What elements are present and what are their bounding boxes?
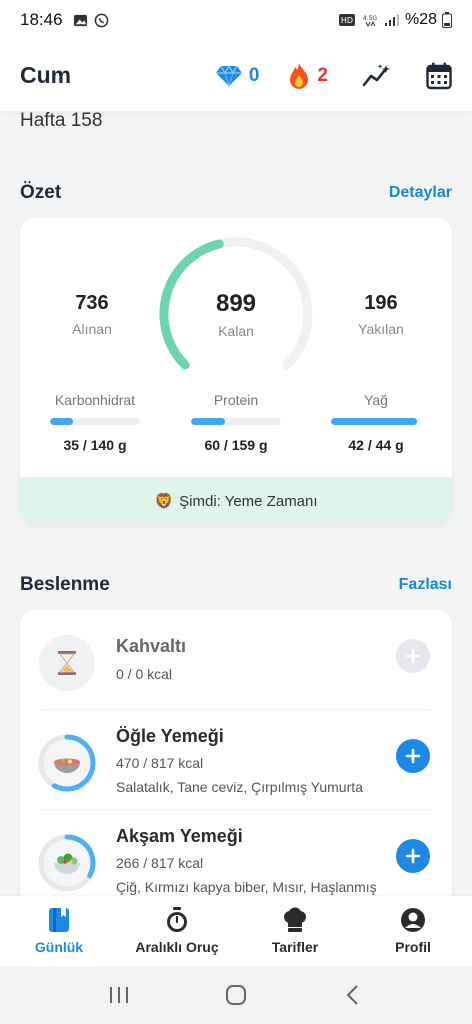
status-bar: 18:46 HD 4.5G %28 bbox=[0, 0, 472, 40]
more-link[interactable]: Fazlası bbox=[399, 576, 452, 594]
meal-breakfast-kcal: 0 / 0 kcal bbox=[116, 666, 173, 682]
gems-counter[interactable]: 0 bbox=[215, 64, 260, 87]
macro-protein-value: 60 / 159 g bbox=[204, 437, 268, 453]
add-lunch-button[interactable] bbox=[396, 739, 430, 773]
lion-icon: 🦁 bbox=[154, 493, 174, 510]
meal-lunch-avatar bbox=[38, 734, 96, 792]
meal-breakfast-name: Kahvaltı bbox=[116, 636, 187, 656]
meal-dinner-avatar bbox=[38, 834, 96, 892]
back-icon[interactable] bbox=[342, 984, 364, 1006]
gallery-notification-icon bbox=[73, 14, 87, 26]
macro-carbs-bar bbox=[50, 418, 140, 425]
meals-card: Kahvaltı 0 / 0 kcal Öğle Yemeği 470 / 81… bbox=[20, 610, 452, 910]
consumed-label: Alınan bbox=[72, 321, 112, 337]
streak-count: 2 bbox=[317, 64, 328, 86]
macro-protein-fill bbox=[191, 418, 226, 425]
meal-dinner-desc: Çiğ, Kırmızı kapya biber, Mısır, Haşlanm… bbox=[116, 879, 377, 895]
day-title: Cum bbox=[20, 62, 72, 88]
week-label: Hafta 158 bbox=[20, 110, 103, 131]
whatsapp-notification-icon bbox=[94, 13, 108, 27]
summary-title: Özet bbox=[20, 182, 62, 203]
fire-icon bbox=[290, 62, 309, 89]
macro-carbs-label: Karbonhidrat bbox=[54, 392, 136, 408]
macro-fat: Yağ 42 / 44 g bbox=[326, 392, 426, 453]
meal-dinner-kcal: 266 / 817 kcal bbox=[116, 855, 204, 871]
nav-diary-label: Günlük bbox=[34, 939, 84, 955]
meal-dinner[interactable]: Akşam Yemeği 266 / 817 kcal Çiğ, Kırmızı… bbox=[20, 810, 452, 910]
status-time: 18:46 bbox=[20, 10, 63, 29]
macro-fat-bar bbox=[331, 418, 421, 425]
burned-value: 196 bbox=[364, 292, 398, 314]
macro-protein: Protein 60 / 159 g bbox=[186, 392, 286, 453]
eating-time-banner[interactable]: 🦁 Şimdi: Yeme Zamanı bbox=[20, 477, 452, 525]
calendar-icon bbox=[426, 62, 452, 89]
burned-stat: 196 Yakılan bbox=[321, 292, 441, 337]
signal-icon bbox=[384, 14, 399, 26]
diamond-icon bbox=[215, 64, 242, 87]
nav-profile[interactable]: Profil bbox=[354, 896, 472, 966]
consumed-stat: 736 Alınan bbox=[32, 292, 152, 337]
home-icon[interactable] bbox=[225, 984, 247, 1006]
remaining-stat: 899 Kalan bbox=[156, 290, 316, 339]
add-dinner-button[interactable] bbox=[396, 839, 430, 873]
nutrition-header: Beslenme Fazlası bbox=[20, 574, 452, 596]
meal-lunch-kcal: 470 / 817 kcal bbox=[116, 755, 204, 771]
nav-recipes[interactable]: Tarifler bbox=[236, 896, 354, 966]
meal-breakfast[interactable]: Kahvaltı 0 / 0 kcal bbox=[20, 610, 452, 710]
network-4g-icon: 4.5G bbox=[363, 15, 378, 27]
details-link[interactable]: Detaylar bbox=[389, 184, 452, 202]
chef-hat-icon bbox=[284, 907, 306, 932]
app-header: Cum 0 2 bbox=[0, 40, 472, 112]
meal-lunch-name: Öğle Yemeği bbox=[116, 726, 224, 746]
battery-percent: %28 bbox=[404, 11, 437, 28]
system-nav-bar bbox=[0, 966, 472, 1024]
nav-recipes-label: Tarifler bbox=[271, 939, 319, 955]
consumed-value: 736 bbox=[75, 292, 109, 314]
macro-fat-fill bbox=[331, 418, 417, 425]
plus-icon bbox=[405, 648, 421, 664]
macro-fat-label: Yağ bbox=[364, 392, 388, 408]
nutrition-title: Beslenme bbox=[20, 574, 110, 595]
svg-text:4.5G: 4.5G bbox=[363, 15, 378, 22]
macro-protein-bar bbox=[191, 418, 281, 425]
calendar-button[interactable] bbox=[426, 62, 452, 90]
nav-profile-label: Profil bbox=[395, 939, 431, 955]
bottom-nav: Günlük Aralıklı Oruç Tarifler Profil bbox=[0, 896, 472, 966]
svg-text:HD: HD bbox=[341, 16, 353, 25]
macro-fat-value: 42 / 44 g bbox=[348, 437, 404, 453]
hd-voice-icon: HD bbox=[338, 14, 355, 26]
header-actions: 0 2 bbox=[187, 62, 452, 90]
diary-icon bbox=[49, 908, 69, 932]
profile-icon bbox=[401, 908, 425, 932]
meal-lunch-desc: Salatalık, Tane ceviz, Çırpılmış Yumurta bbox=[116, 779, 363, 795]
macro-carbs-value: 35 / 140 g bbox=[63, 437, 127, 453]
nav-fasting-label: Aralıklı Oruç bbox=[135, 939, 219, 955]
gems-count: 0 bbox=[248, 64, 260, 86]
nav-fasting[interactable]: Aralıklı Oruç bbox=[118, 896, 236, 966]
battery-icon bbox=[442, 12, 452, 28]
plus-icon bbox=[405, 848, 421, 864]
progress-chart-button[interactable] bbox=[362, 63, 392, 88]
status-right: HD 4.5G %28 bbox=[338, 11, 452, 29]
macro-protein-label: Protein bbox=[213, 392, 259, 408]
add-breakfast-button[interactable] bbox=[396, 639, 430, 673]
burned-label: Yakılan bbox=[358, 321, 404, 337]
meal-dinner-name: Akşam Yemeği bbox=[116, 826, 243, 846]
trend-sparkle-icon bbox=[362, 63, 390, 86]
eating-time-text: Şimdi: Yeme Zamanı bbox=[179, 492, 318, 510]
macro-carbs: Karbonhidrat 35 / 140 g bbox=[45, 392, 145, 453]
stopwatch-icon bbox=[167, 907, 187, 932]
macro-carbs-fill bbox=[50, 418, 73, 425]
remaining-value: 899 bbox=[215, 290, 257, 317]
meal-lunch[interactable]: Öğle Yemeği 470 / 817 kcal Salatalık, Ta… bbox=[20, 710, 452, 810]
recent-apps-icon[interactable] bbox=[108, 985, 130, 1005]
plus-icon bbox=[405, 748, 421, 764]
summary-card[interactable]: 736 Alınan 899 Kalan 196 Yakılan Karbonh… bbox=[20, 218, 452, 525]
summary-header: Özet Detaylar bbox=[20, 182, 452, 204]
hourglass-icon bbox=[39, 635, 95, 691]
nav-diary[interactable]: Günlük bbox=[0, 896, 118, 966]
streak-counter[interactable]: 2 bbox=[287, 62, 328, 90]
remaining-label: Kalan bbox=[218, 323, 254, 339]
